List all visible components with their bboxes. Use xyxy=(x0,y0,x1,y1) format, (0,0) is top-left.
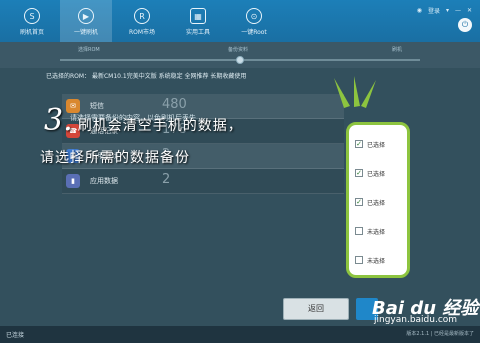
top-nav-bar: S 刷机首页 ▶ 一键刷机 R ROM市场 ▦ 实用工具 ⊙ 一键Root ◉ … xyxy=(0,0,480,42)
close-icon[interactable]: ✕ xyxy=(467,7,472,14)
overlay-text-line2: 请选择所需的数据备份 xyxy=(40,150,190,166)
overlay-step-number: 3. xyxy=(44,103,73,138)
version-info: 版本2.1.1 | 已经是最新版本了 xyxy=(406,331,474,337)
nav-item-label: 一键刷机 xyxy=(73,29,98,36)
home-shield-icon: S xyxy=(24,8,40,24)
connection-status: 已连接 xyxy=(6,332,25,339)
checkbox-label: 已选择 xyxy=(367,141,386,149)
rom-icon: R xyxy=(134,8,150,24)
user-icon: ◉ xyxy=(416,7,422,14)
checkbox-sms[interactable]: ✓ 已选择 xyxy=(355,137,407,151)
minimize-icon[interactable]: — xyxy=(455,7,461,14)
nav-item-label: 刷机首页 xyxy=(19,29,44,36)
nav-item-label: 一键Root xyxy=(241,29,267,36)
step-progress: 选择ROM 备份资料 刷机 xyxy=(0,42,480,68)
row-label: 应用数据 xyxy=(90,177,118,185)
nav-item-label: 实用工具 xyxy=(185,29,210,36)
checked-icon[interactable]: ✓ xyxy=(355,140,363,148)
checkbox-apps[interactable]: 未选择 xyxy=(355,224,407,238)
checkbox-label: 已选择 xyxy=(367,170,386,178)
checkbox-label: 已选择 xyxy=(367,199,386,207)
checkbox-contacts[interactable]: ✓ 已选择 xyxy=(355,195,407,209)
nav-item-home[interactable]: S 刷机首页 xyxy=(6,0,58,42)
selected-rom-text: 已选择的ROM： 最新CM10.1完美中文版 系统稳定 全网推荐 长期收藏使用 xyxy=(46,73,247,80)
step-label-select-rom: 选择ROM xyxy=(78,47,100,53)
table-row-app-data[interactable]: ▮ 应用数据 2 xyxy=(62,169,344,194)
step-label-backup: 备份资料 xyxy=(228,47,249,53)
nav-item-root[interactable]: ⊙ 一键Root xyxy=(228,0,280,42)
selection-panel: ✓ 已选择 ✓ 已选择 ✓ 已选择 未选择 未选择 xyxy=(346,122,410,278)
watermark-url: jingyan.baidu.com xyxy=(374,315,458,325)
nav-item-tools[interactable]: ▦ 实用工具 xyxy=(172,0,224,42)
app-window: S 刷机首页 ▶ 一键刷机 R ROM市场 ▦ 实用工具 ⊙ 一键Root ◉ … xyxy=(0,0,480,343)
checked-icon[interactable]: ✓ xyxy=(355,198,363,206)
toolbox-icon: ▦ xyxy=(190,8,206,24)
unchecked-icon[interactable] xyxy=(355,227,363,235)
login-link[interactable]: 登录 xyxy=(428,6,440,15)
checkbox-app-data[interactable]: 未选择 xyxy=(355,253,407,267)
back-button[interactable]: 返回 xyxy=(283,298,349,320)
nav-item-rom-market[interactable]: R ROM市场 xyxy=(116,0,168,42)
unchecked-icon[interactable] xyxy=(355,256,363,264)
step-label-flash: 刷机 xyxy=(392,47,403,53)
checkbox-label: 未选择 xyxy=(367,228,386,236)
nav-item-label: ROM市场 xyxy=(128,29,156,36)
row-value: 2 xyxy=(162,172,171,187)
checked-icon[interactable]: ✓ xyxy=(355,169,363,177)
overlay-text-line1: 刷机会清空手机的数据， xyxy=(77,118,243,134)
play-icon: ▶ xyxy=(78,8,94,24)
root-icon: ⊙ xyxy=(246,8,262,24)
window-controls: ◉ 登录 ▾ — ✕ xyxy=(417,6,472,15)
app-data-icon: ▮ xyxy=(66,174,80,188)
checkbox-label: 未选择 xyxy=(367,257,386,265)
overlay-annotation-line1: 3. 刷机会清空手机的数据， xyxy=(44,103,243,138)
nav-item-one-click-flash[interactable]: ▶ 一键刷机 xyxy=(60,0,112,42)
checkbox-call-log[interactable]: ✓ 已选择 xyxy=(355,166,407,180)
menu-icon[interactable]: ▾ xyxy=(446,7,449,14)
status-bar: 已连接 版本2.1.1 | 已经是最新版本了 xyxy=(0,326,480,343)
step-current-dot xyxy=(236,56,244,64)
power-icon[interactable]: ⏻ xyxy=(458,18,472,32)
